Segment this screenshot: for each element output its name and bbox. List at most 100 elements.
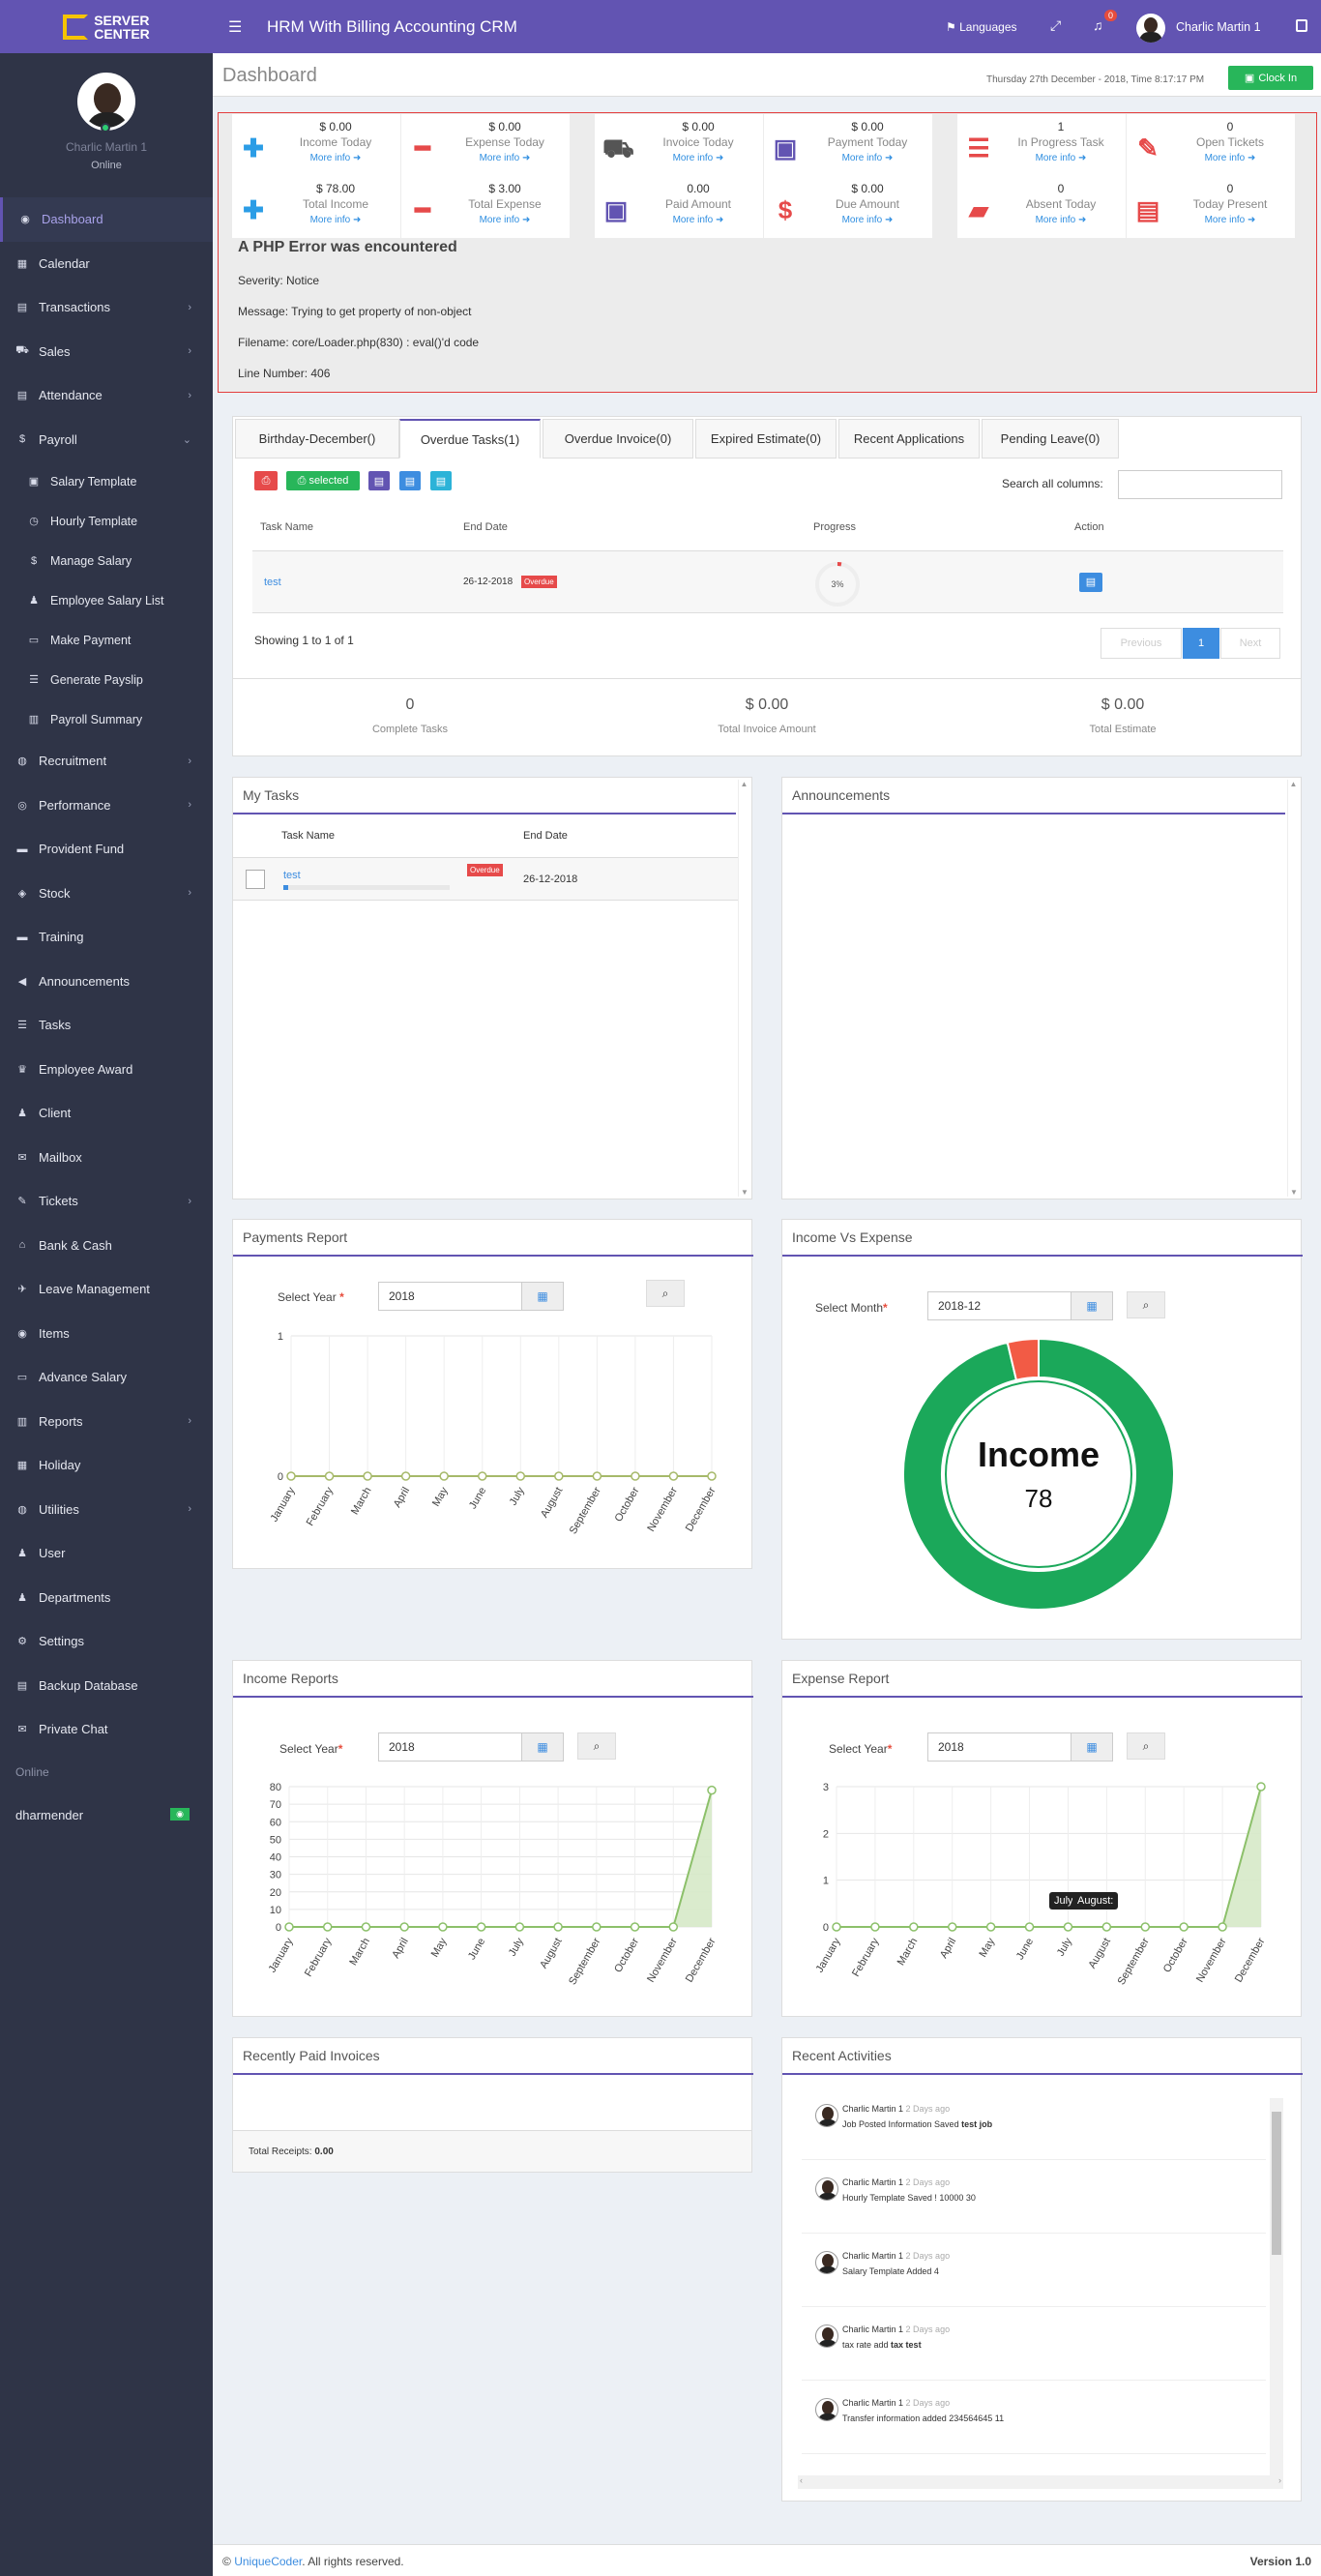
sidebar-item-hourly-template[interactable]: ◷ Hourly Template — [0, 501, 213, 541]
online-user-item[interactable]: dharmender ◉ — [0, 1795, 213, 1834]
sidebar-item-mailbox[interactable]: ✉ Mailbox — [0, 1136, 213, 1180]
sidebar-item-items[interactable]: ◉ Items — [0, 1312, 213, 1356]
sidebar-toggle-icon[interactable] — [1296, 19, 1307, 32]
task-checkbox[interactable] — [246, 870, 265, 889]
search-icon[interactable]: ⌕ — [577, 1732, 616, 1760]
clock-in-button[interactable]: ▣ Clock In — [1228, 66, 1313, 90]
month-input[interactable]: 2018-12 — [927, 1291, 1072, 1320]
activity-user[interactable]: Charlic Martin 1 — [842, 2251, 903, 2261]
sidebar-item-departments[interactable]: ♟ Departments — [0, 1576, 213, 1620]
languages-menu[interactable]: ⚑ Languages — [946, 20, 1017, 34]
print-selected-button[interactable]: ⎙ selected — [286, 471, 360, 490]
menu-toggle-icon[interactable]: ☰ — [228, 17, 242, 37]
expense-year-input[interactable]: 2018 — [927, 1732, 1072, 1762]
calendar-icon[interactable]: ▦ — [1071, 1732, 1113, 1762]
sidebar-item-payroll[interactable]: $ Payroll ⌄ — [0, 418, 213, 462]
sidebar-item-make-payment[interactable]: ▭ Make Payment — [0, 620, 213, 660]
calendar-icon[interactable]: ▦ — [1071, 1291, 1113, 1320]
brand-logo[interactable]: SERVER CENTER — [0, 0, 213, 53]
sidebar-item-generate-payslip[interactable]: ☰ Generate Payslip — [0, 660, 213, 699]
sidebar-item-announcements[interactable]: ◀ Announcements — [0, 960, 213, 1004]
sidebar-item-dashboard[interactable]: ◉ Dashboard — [0, 197, 213, 242]
more-info-link[interactable]: More info ➜ — [1165, 215, 1295, 225]
sidebar-item-bank-cash[interactable]: ⌂ Bank & Cash — [0, 1224, 213, 1268]
more-info-link[interactable]: More info ➜ — [633, 215, 763, 225]
sidebar-item-client[interactable]: ♟ Client — [0, 1091, 213, 1136]
pagination-page-1[interactable]: 1 — [1183, 628, 1219, 659]
sidebar-item-utilities[interactable]: ◍ Utilities › — [0, 1488, 213, 1532]
search-all-columns-input[interactable] — [1118, 470, 1282, 499]
sidebar-item-tasks[interactable]: ☰ Tasks — [0, 1003, 213, 1048]
more-info-link[interactable]: More info ➜ — [271, 215, 400, 225]
sidebar-item-provident-fund[interactable]: ▬ Provident Fund — [0, 827, 213, 872]
tab-overdue-invoice-0[interactable]: Overdue Invoice(0) — [543, 419, 693, 459]
payments-year-input[interactable]: 2018 — [378, 1282, 523, 1311]
sidebar-item-tickets[interactable]: ✎ Tickets › — [0, 1179, 213, 1224]
sidebar-item-backup-database[interactable]: ▤ Backup Database — [0, 1664, 213, 1708]
more-info-link[interactable]: More info ➜ — [1165, 153, 1295, 163]
more-info-link[interactable]: More info ➜ — [440, 215, 570, 225]
tab-expired-estimate-0[interactable]: Expired Estimate(0) — [695, 419, 837, 459]
more-info-link[interactable]: More info ➜ — [803, 215, 932, 225]
sidebar-item-salary-template[interactable]: ▣ Salary Template — [0, 461, 213, 501]
sidebar-item-recruitment[interactable]: ◍ Recruitment › — [0, 739, 213, 784]
more-info-link[interactable]: More info ➜ — [803, 153, 932, 163]
sidebar-item-advance-salary[interactable]: ▭ Advance Salary — [0, 1355, 213, 1400]
sidebar-item-attendance[interactable]: ▤ Attendance › — [0, 373, 213, 418]
more-info-link[interactable]: More info ➜ — [271, 153, 400, 163]
pagination-next[interactable]: Next — [1220, 628, 1280, 659]
activity-user[interactable]: Charlic Martin 1 — [842, 2324, 903, 2334]
scrollbar[interactable]: ▲ ▼ — [1287, 780, 1299, 1197]
avatar[interactable] — [77, 73, 135, 131]
sidebar-item-leave-management[interactable]: ✈ Leave Management — [0, 1267, 213, 1312]
sidebar-item-training[interactable]: ▬ Training — [0, 915, 213, 960]
sidebar-item-private-chat[interactable]: ✉ Private Chat — [0, 1707, 213, 1752]
export-pdf-icon[interactable]: ▤ — [430, 471, 452, 490]
income-year-input[interactable]: 2018 — [378, 1732, 523, 1762]
tab-recent-applications[interactable]: Recent Applications — [838, 419, 980, 459]
more-info-link[interactable]: More info ➜ — [996, 215, 1126, 225]
footer-link[interactable]: UniqueCoder — [234, 2555, 302, 2568]
view-task-icon[interactable]: ▤ — [1079, 573, 1102, 592]
topbar-user-name[interactable]: Charlic Martin 1 — [1176, 20, 1261, 34]
sidebar-item-settings[interactable]: ⚙ Settings — [0, 1619, 213, 1664]
scrollbar[interactable]: ▲ ▼ — [738, 780, 749, 1197]
more-info-link[interactable]: More info ➜ — [440, 153, 570, 163]
tab-birthday-december[interactable]: Birthday-December() — [235, 419, 399, 459]
calendar-icon[interactable]: ▦ — [521, 1732, 564, 1762]
sidebar-item-transactions[interactable]: ▤ Transactions › — [0, 285, 213, 330]
activities-horizontal-scrollbar[interactable]: ‹ › — [798, 2475, 1283, 2489]
tab-overdue-tasks-1[interactable]: Overdue Tasks(1) — [399, 419, 541, 459]
tab-pending-leave-0[interactable]: Pending Leave(0) — [982, 419, 1119, 459]
sidebar-item-performance[interactable]: ◎ Performance › — [0, 784, 213, 828]
bell-icon[interactable]: ♫ — [1093, 17, 1103, 33]
search-icon[interactable]: ⌕ — [1127, 1291, 1165, 1318]
calendar-icon[interactable]: ▦ — [521, 1282, 564, 1311]
activities-scrollbar[interactable] — [1270, 2098, 1283, 2475]
activity-user[interactable]: Charlic Martin 1 — [842, 2398, 903, 2408]
sidebar-item-employee-award[interactable]: ♛ Employee Award — [0, 1048, 213, 1092]
sidebar-item-employee-salary-list[interactable]: ♟ Employee Salary List — [0, 580, 213, 620]
task-name-link[interactable]: test — [264, 577, 281, 588]
search-icon[interactable]: ⌕ — [1127, 1732, 1165, 1760]
column-header-task-name[interactable]: Task Name — [260, 521, 313, 533]
sidebar-item-sales[interactable]: ⛟ Sales › — [0, 330, 213, 374]
column-header-progress[interactable]: Progress — [813, 521, 856, 533]
export-file-icon[interactable]: ▤ — [368, 471, 390, 490]
pagination-previous[interactable]: Previous — [1101, 628, 1182, 659]
export-excel-icon[interactable]: ▤ — [399, 471, 421, 490]
topbar-avatar[interactable] — [1136, 14, 1165, 43]
sidebar-item-user[interactable]: ♟ User — [0, 1531, 213, 1576]
chat-status-icon[interactable]: ◉ — [170, 1808, 190, 1821]
sidebar-item-calendar[interactable]: ▦ Calendar — [0, 242, 213, 286]
sidebar-item-reports[interactable]: ▥ Reports › — [0, 1400, 213, 1444]
sidebar-item-stock[interactable]: ◈ Stock › — [0, 872, 213, 916]
fullscreen-icon[interactable]: ⤢ — [1050, 17, 1061, 34]
sidebar-item-payroll-summary[interactable]: ▥ Payroll Summary — [0, 699, 213, 739]
my-task-link[interactable]: test — [283, 870, 301, 881]
more-info-link[interactable]: More info ➜ — [633, 153, 763, 163]
sidebar-item-manage-salary[interactable]: $ Manage Salary — [0, 541, 213, 580]
activity-user[interactable]: Charlic Martin 1 — [842, 2177, 903, 2187]
more-info-link[interactable]: More info ➜ — [996, 153, 1126, 163]
activity-user[interactable]: Charlic Martin 1 — [842, 2104, 903, 2114]
